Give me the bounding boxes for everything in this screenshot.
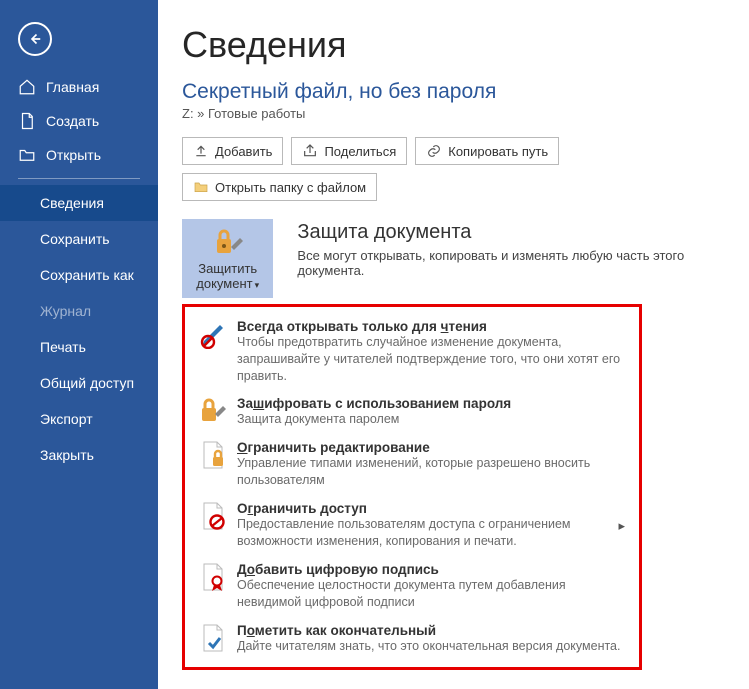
sidebar-item-label: Открыть	[46, 147, 101, 163]
menu-item-encrypt[interactable]: Зашифровать с использованием пароля Защи…	[195, 390, 629, 434]
menu-item-desc: Предоставление пользователям доступа с о…	[237, 516, 608, 550]
main-content: Сведения Секретный файл, но без пароля Z…	[158, 0, 749, 689]
menu-item-desc: Дайте читателям знать, что это окончател…	[237, 638, 625, 655]
document-lock-icon	[199, 440, 227, 472]
menu-item-mark-final[interactable]: Пометить как окончательный Дайте читател…	[195, 617, 629, 661]
sidebar-item-label: Общий доступ	[40, 375, 134, 391]
sidebar-item-close[interactable]: Закрыть	[0, 437, 158, 473]
sidebar-item-history: Журнал	[0, 293, 158, 329]
sidebar-item-share[interactable]: Общий доступ	[0, 365, 158, 401]
page-title: Сведения	[182, 24, 731, 66]
protect-document-menu: Всегда открывать только для чтения Чтобы…	[182, 304, 642, 670]
sidebar-item-print[interactable]: Печать	[0, 329, 158, 365]
menu-item-readonly[interactable]: Всегда открывать только для чтения Чтобы…	[195, 313, 629, 391]
menu-item-title: Ограничить редактирование	[237, 440, 625, 455]
upload-button[interactable]: Добавить	[182, 137, 283, 165]
protect-button-line1: Защитить	[198, 261, 257, 276]
chevron-right-icon: ▸	[618, 518, 625, 534]
copy-path-button[interactable]: Копировать путь	[415, 137, 559, 165]
menu-item-desc: Обеспечение целостности документа путем …	[237, 577, 625, 611]
sidebar-item-new[interactable]: Создать	[0, 104, 158, 138]
sidebar-item-label: Главная	[46, 79, 99, 95]
menu-item-title: Всегда открывать только для чтения	[237, 319, 625, 334]
menu-item-desc: Защита документа паролем	[237, 411, 625, 428]
sidebar-item-label: Журнал	[40, 303, 91, 319]
open-folder-icon	[18, 146, 36, 164]
menu-item-digital-signature[interactable]: Добавить цифровую подпись Обеспечение це…	[195, 556, 629, 617]
sidebar-item-info[interactable]: Сведения	[0, 185, 158, 221]
sidebar-item-label: Создать	[46, 113, 99, 129]
menu-item-restrict-editing[interactable]: Ограничить редактирование Управление тип…	[195, 434, 629, 495]
link-icon	[426, 143, 442, 159]
sidebar-item-home[interactable]: Главная	[0, 70, 158, 104]
share-button[interactable]: Поделиться	[291, 137, 407, 165]
lock-key-icon	[199, 396, 227, 428]
menu-item-desc: Управление типами изменений, которые раз…	[237, 455, 625, 489]
sidebar-item-label: Экспорт	[40, 411, 93, 427]
menu-item-title: Ограничить доступ	[237, 501, 608, 516]
arrow-left-icon	[26, 30, 44, 48]
sidebar-item-label: Сохранить как	[40, 267, 134, 283]
sidebar-item-label: Сведения	[40, 195, 104, 211]
sidebar-item-export[interactable]: Экспорт	[0, 401, 158, 437]
new-document-icon	[18, 112, 36, 130]
sidebar-item-open[interactable]: Открыть	[0, 138, 158, 172]
open-folder-button[interactable]: Открыть папку с файлом	[182, 173, 377, 201]
upload-icon	[193, 143, 209, 159]
menu-item-title: Зашифровать с использованием пароля	[237, 396, 625, 411]
sidebar-separator	[18, 178, 140, 179]
protect-header-title: Защита документа	[297, 221, 731, 244]
lock-key-icon	[211, 227, 245, 257]
chevron-down-icon: ▾	[255, 280, 260, 290]
button-label: Поделиться	[324, 144, 396, 159]
sidebar-item-saveas[interactable]: Сохранить как	[0, 257, 158, 293]
info-toolbar: Добавить Поделиться Копировать путь Откр…	[182, 137, 731, 201]
folder-icon	[193, 179, 209, 195]
document-title: Секретный файл, но без пароля	[182, 80, 731, 104]
home-icon	[18, 78, 36, 96]
document-check-icon	[199, 623, 227, 655]
back-button[interactable]	[18, 22, 52, 56]
pencil-prohibit-icon	[199, 319, 227, 351]
button-label: Открыть папку с файлом	[215, 180, 366, 195]
breadcrumb: Z: » Готовые работы	[182, 106, 731, 121]
protect-button-line2: документ	[196, 276, 252, 291]
sidebar-item-label: Сохранить	[40, 231, 110, 247]
protect-document-button[interactable]: Защитить документ▾	[182, 219, 273, 298]
sidebar-item-save[interactable]: Сохранить	[0, 221, 158, 257]
button-label: Добавить	[215, 144, 272, 159]
menu-item-restrict-access[interactable]: Ограничить доступ Предоставление пользов…	[195, 495, 629, 556]
sidebar-item-label: Печать	[40, 339, 86, 355]
document-ribbon-icon	[199, 562, 227, 594]
button-label: Копировать путь	[448, 144, 548, 159]
menu-item-desc: Чтобы предотвратить случайное изменение …	[237, 334, 625, 385]
sidebar-item-label: Закрыть	[40, 447, 94, 463]
protect-header: Защита документа Все могут открывать, ко…	[297, 219, 731, 278]
share-icon	[302, 143, 318, 159]
backstage-sidebar: Главная Создать Открыть Сведения Сохрани…	[0, 0, 158, 689]
menu-item-title: Добавить цифровую подпись	[237, 562, 625, 577]
protect-header-desc: Все могут открывать, копировать и изменя…	[297, 248, 731, 278]
menu-item-title: Пометить как окончательный	[237, 623, 625, 638]
document-prohibit-icon	[199, 501, 227, 533]
